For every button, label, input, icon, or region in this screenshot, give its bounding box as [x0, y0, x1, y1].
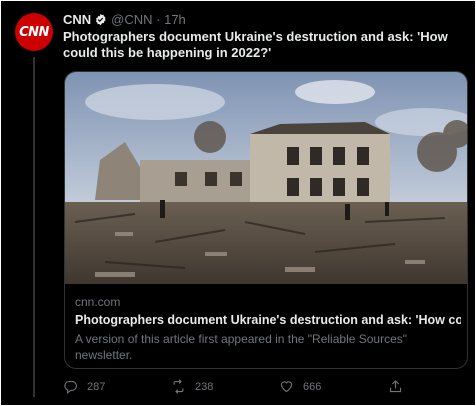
avatar-logo-text: CNN	[19, 24, 49, 40]
avatar[interactable]: CNN	[15, 13, 53, 51]
reply-count: 287	[87, 380, 106, 393]
like-count: 666	[303, 380, 322, 393]
like-icon	[280, 381, 293, 393]
card-title: Photographers document Ukraine's destruc…	[75, 313, 461, 327]
share-button[interactable]	[388, 379, 403, 394]
tweet[interactable]: CNN CNN @CNN · 17h Photographers documen…	[1, 1, 475, 405]
retweet-count: 238	[195, 380, 214, 393]
tweet-header: CNN @CNN · 17h	[63, 12, 186, 27]
reply-button[interactable]: 287	[63, 379, 105, 394]
link-card[interactable]: cnn.com Photographers document Ukraine's…	[64, 71, 468, 369]
tweet-text: Photographers document Ukraine's destruc…	[63, 29, 448, 60]
like-button[interactable]: 666	[279, 379, 321, 394]
card-description: A version of this article first appeared…	[75, 332, 408, 362]
article-photo	[65, 72, 467, 284]
reply-icon	[64, 380, 77, 394]
retweet-button[interactable]: 238	[171, 379, 213, 394]
retweet-icon	[173, 379, 184, 394]
card-domain: cnn.com	[75, 295, 121, 309]
author-name[interactable]: CNN	[63, 12, 91, 27]
tweet-actions: 287 238 666	[63, 379, 463, 395]
share-icon	[389, 380, 402, 393]
card-meta: cnn.com Photographers document Ukraine's…	[75, 294, 461, 363]
thread-line	[33, 57, 35, 397]
verified-badge-icon	[94, 13, 107, 26]
author-handle-time[interactable]: @CNN · 17h	[111, 12, 186, 27]
